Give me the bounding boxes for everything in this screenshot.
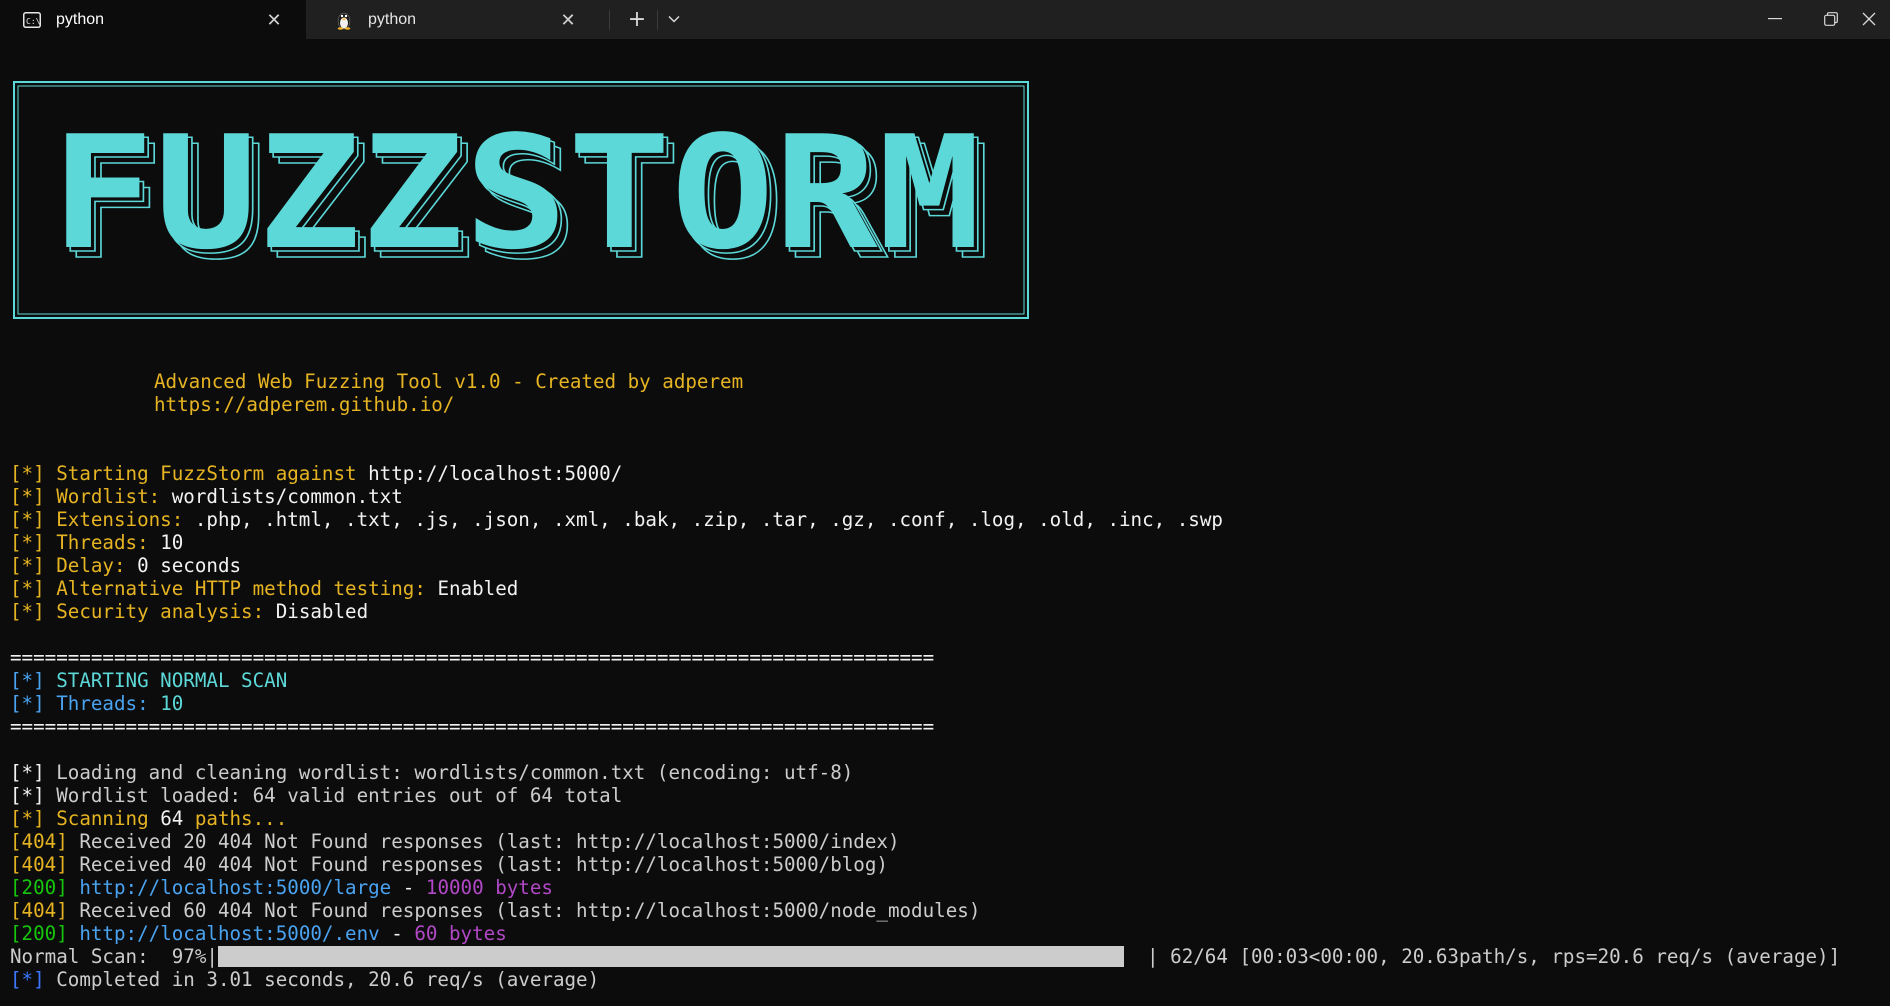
tab-divider [657,10,658,30]
tab-python-2[interactable]: python ✕ [312,0,600,39]
config-line-wordlist: [*] Wordlist: wordlists/common.txt [10,485,403,508]
scan-threads: [*] Threads: 10 [10,692,184,715]
log-200-large: [200] http://localhost:5000/large - 1000… [10,876,553,899]
config-line-delay: [*] Delay: 0 seconds [10,554,242,577]
minimize-icon [1768,18,1782,20]
progress-bar [217,946,1124,967]
maximize-button[interactable] [1808,6,1854,32]
completed-line: [*] Completed in 3.01 seconds, 20.6 req/… [10,968,600,991]
close-tab-icon[interactable]: ✕ [558,10,578,30]
scan-title: [*] STARTING NORMAL SCAN [10,669,288,692]
chevron-down-icon [668,15,680,23]
config-line-target: [*] Starting FuzzStorm against http://lo… [10,462,623,485]
close-window-button[interactable] [1862,6,1890,32]
title-bar: C:\ python ✕ python ✕ + [0,0,1890,39]
progress-line: Normal Scan: 97%| | 62/64 [00:03<00:00, … [10,945,1841,968]
config-line-extensions: [*] Extensions: .php, .html, .txt, .js, … [10,508,1223,531]
log-200-env: [200] http://localhost:5000/.env - 60 by… [10,922,507,945]
tagline: Advanced Web Fuzzing Tool v1.0 - Created… [154,370,744,393]
separator-line: ========================================… [10,646,935,669]
close-icon [1862,12,1876,26]
config-line-http-methods: [*] Alternative HTTP method testing: Ena… [10,577,519,600]
minimize-button[interactable] [1752,6,1798,32]
close-tab-icon[interactable]: ✕ [264,10,284,30]
cmd-icon: C:\ [22,10,42,30]
linux-penguin-icon [334,10,354,30]
tab-divider [609,10,610,30]
new-tab-button[interactable]: + [622,6,652,32]
config-line-threads: [*] Threads: 10 [10,531,184,554]
separator-line: ========================================… [10,715,935,738]
config-line-security: [*] Security analysis: Disabled [10,600,369,623]
terminal-output[interactable]: FUZZSTORM FUZZSTORM FUZZSTORM Advanced W… [10,39,1890,1006]
svg-text:C:\: C:\ [26,17,41,26]
restore-icon [1824,12,1838,26]
tab-label: python [56,10,105,28]
ascii-logo: FUZZSTORM FUZZSTORM FUZZSTORM [13,81,1029,319]
fuzzstorm-banner: FUZZSTORM FUZZSTORM FUZZSTORM [13,81,1029,323]
log-404-40: [404] Received 40 404 Not Found response… [10,853,888,876]
author-url[interactable]: https://adperem.github.io/ [154,393,454,416]
log-404-60: [404] Received 60 404 Not Found response… [10,899,981,922]
log-404-20: [404] Received 20 404 Not Found response… [10,830,900,853]
dropdown-button[interactable] [660,6,688,32]
progress-stats: | 62/64 [00:03<00:00, 20.63path/s, rps=2… [1147,945,1841,968]
logo-text: FUZZSTORM [51,102,981,284]
tab-python-1[interactable]: C:\ python ✕ [0,0,306,39]
tab-label: python [368,10,417,28]
log-loading: [*] Loading and cleaning wordlist: wordl… [10,761,854,784]
log-loaded: [*] Wordlist loaded: 64 valid entries ou… [10,784,623,807]
log-scanning: [*] Scanning 64 paths... [10,807,288,830]
